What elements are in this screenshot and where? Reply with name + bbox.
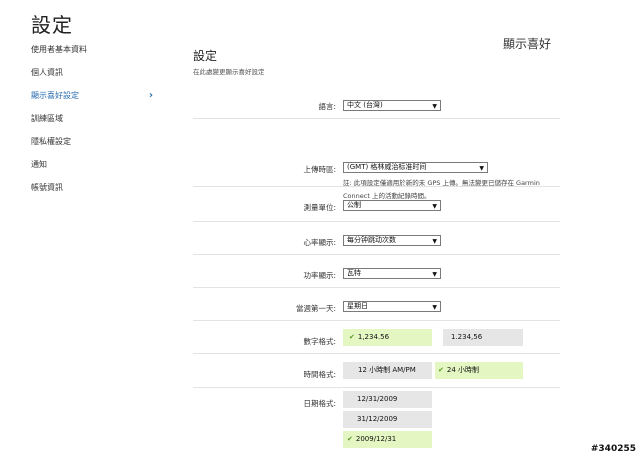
date-format-label: 日期格式:	[303, 399, 336, 408]
sidebar-item-label: 隱私權設定	[31, 137, 71, 146]
power-select[interactable]: 瓦特 ▼	[343, 268, 441, 279]
timezone-row: 上傳時區: (GMT) 格林威治标准时间 ▼ 註: 此項設定僅適用於新的未 GPS…	[193, 119, 560, 200]
sidebar-nav: 使用者基本資料 個人資訊 顯示喜好設定 › 訓練區域 隱私權設定 通知 帳號資訊	[31, 44, 161, 205]
power-row: 功率顯示: 瓦特 ▼	[193, 255, 560, 288]
language-select[interactable]: 中文 (台灣) ▼	[343, 100, 441, 111]
time-format-row: 時間格式: 12 小時制 AM/PM ✔ 24 小時制	[193, 354, 560, 388]
sidebar-item-label: 帳號資訊	[31, 183, 63, 192]
sidebar-item-label: 個人資訊	[31, 68, 63, 77]
dropdown-arrow-icon: ▼	[432, 203, 437, 210]
time-format-label: 時間格式:	[303, 370, 336, 379]
date-format-option-selected[interactable]: ✔ 2009/12/31	[343, 431, 432, 448]
units-row: 測量單位: 公制 ▼	[193, 187, 560, 222]
time-format-option-selected[interactable]: ✔ 24 小時制	[435, 362, 523, 379]
section-heading: 顯示喜好	[503, 37, 552, 51]
date-format-option[interactable]: 12/31/2009	[343, 391, 432, 408]
sidebar-item-label: 顯示喜好設定	[31, 91, 79, 100]
watermark-text: #340255	[590, 444, 636, 454]
sidebar-item-display-preferences[interactable]: 顯示喜好設定 ›	[31, 90, 161, 113]
sidebar-item-label: 訓練區域	[31, 114, 63, 123]
first-day-label: 當週第一天:	[295, 304, 336, 313]
date-format-option[interactable]: 31/12/2009	[343, 411, 432, 428]
sidebar-item-account-info[interactable]: 帳號資訊	[31, 182, 161, 205]
sidebar-item-user-profile[interactable]: 使用者基本資料	[31, 44, 161, 67]
dropdown-arrow-icon: ▼	[432, 271, 437, 278]
number-format-option[interactable]: 1.234,56	[443, 329, 523, 346]
dropdown-arrow-icon: ▼	[432, 238, 437, 245]
first-day-select[interactable]: 星期日 ▼	[343, 301, 441, 312]
timezone-label: 上傳時區:	[303, 165, 336, 174]
dropdown-arrow-icon: ▼	[432, 304, 437, 311]
units-select[interactable]: 公制 ▼	[343, 200, 441, 211]
date-format-row: 日期格式: 12/31/2009 31/12/2009 ✔ 2009/12/31	[193, 388, 560, 448]
sidebar-item-privacy[interactable]: 隱私權設定	[31, 136, 161, 159]
heart-rate-select[interactable]: 每分钟跳动次数 ▼	[343, 235, 441, 246]
language-row: 語言: 中文 (台灣) ▼	[193, 90, 560, 119]
dropdown-arrow-icon: ▼	[432, 103, 437, 110]
sidebar-item-notifications[interactable]: 通知	[31, 159, 161, 182]
check-icon: ✔	[347, 435, 353, 443]
number-format-option-selected[interactable]: ✔ 1,234.56	[343, 329, 432, 346]
sidebar-item-personal-info[interactable]: 個人資訊	[31, 67, 161, 90]
first-day-row: 當週第一天: 星期日 ▼	[193, 288, 560, 321]
settings-title: 設定	[193, 49, 218, 63]
check-icon: ✔	[438, 366, 444, 374]
settings-subtitle: 在此處變更顯示喜好設定	[193, 68, 265, 76]
time-format-option[interactable]: 12 小時制 AM/PM	[343, 362, 432, 379]
heart-rate-label: 心率顯示:	[303, 238, 336, 247]
number-format-label: 數字格式:	[303, 337, 336, 346]
heart-rate-row: 心率顯示: 每分钟跳动次数 ▼	[193, 222, 560, 255]
settings-form: 語言: 中文 (台灣) ▼ 上傳時區: (GMT) 格林威治标准时间 ▼ 註: 此項…	[193, 90, 560, 448]
timezone-select[interactable]: (GMT) 格林威治标准时间 ▼	[343, 162, 488, 173]
sidebar-item-label: 通知	[31, 160, 47, 169]
units-label: 測量單位:	[303, 203, 336, 212]
sidebar-item-label: 使用者基本資料	[31, 45, 87, 54]
chevron-right-icon: ›	[148, 90, 153, 101]
power-label: 功率顯示:	[303, 271, 336, 280]
number-format-row: 數字格式: ✔ 1,234.56 1.234,56	[193, 321, 560, 354]
check-icon: ✔	[349, 333, 355, 341]
sidebar-item-training-zones[interactable]: 訓練區域	[31, 113, 161, 136]
page-title: 設定	[31, 13, 73, 37]
dropdown-arrow-icon: ▼	[479, 165, 484, 172]
language-label: 語言:	[318, 102, 336, 111]
